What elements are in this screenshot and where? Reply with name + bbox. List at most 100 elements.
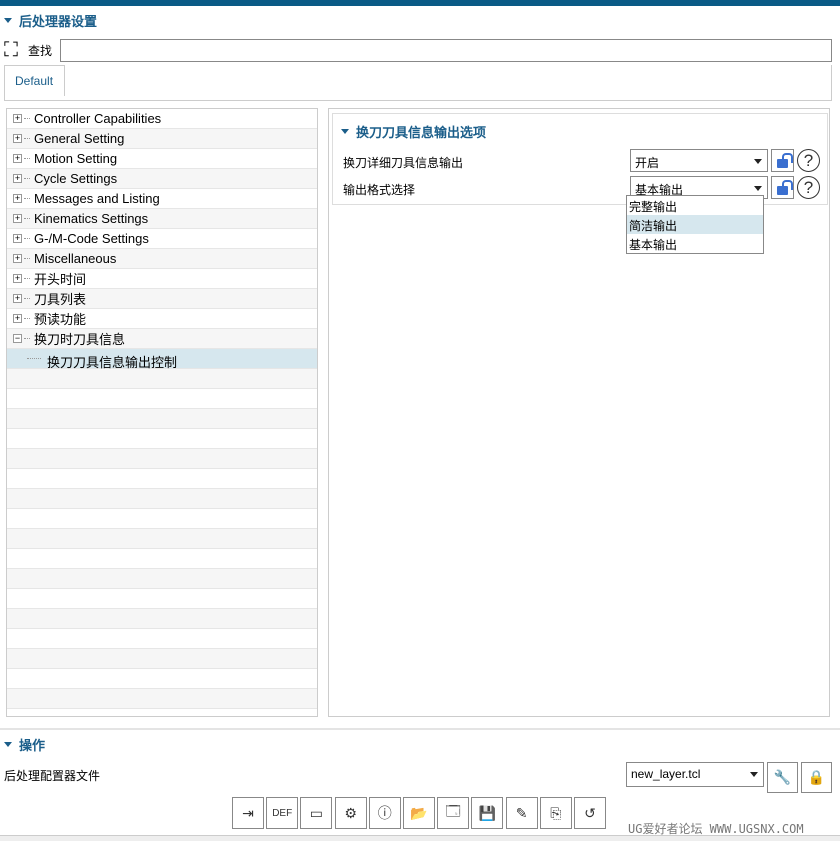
expand-icon[interactable]: + bbox=[13, 234, 22, 243]
tree-line bbox=[24, 338, 30, 339]
tree-line bbox=[24, 118, 30, 119]
expand-icon[interactable]: + bbox=[13, 134, 22, 143]
expand-icon[interactable]: + bbox=[13, 114, 22, 123]
option-concise[interactable]: 简洁输出 bbox=[627, 215, 763, 234]
info-button[interactable]: ⓘ bbox=[368, 797, 401, 829]
unlock-button[interactable] bbox=[771, 149, 794, 172]
tree-item[interactable]: + Kinematics Settings bbox=[7, 209, 317, 229]
layers-settings-button[interactable]: ⚙ bbox=[334, 797, 367, 829]
tab-default[interactable]: Default bbox=[4, 65, 65, 96]
empty-row bbox=[7, 569, 317, 589]
tree-line bbox=[24, 158, 30, 159]
tree-item-label: 换刀时刀具信息 bbox=[34, 332, 126, 347]
empty-row bbox=[7, 429, 317, 449]
expand-icon[interactable]: + bbox=[13, 314, 22, 323]
tree-item-label: 预读功能 bbox=[34, 312, 87, 327]
empty-row bbox=[7, 709, 317, 716]
empty-row bbox=[7, 649, 317, 669]
save-edit-icon: ✎ bbox=[515, 804, 528, 821]
tree-line bbox=[24, 318, 30, 319]
tree-item-label: 刀具列表 bbox=[34, 292, 87, 307]
tree-item[interactable]: + G-/M-Code Settings bbox=[7, 229, 317, 249]
empty-row bbox=[7, 409, 317, 429]
section-header-operations[interactable]: 操作 bbox=[0, 733, 45, 755]
tree-item[interactable]: + Messages and Listing bbox=[7, 189, 317, 209]
lock-icon: 🔒 bbox=[807, 769, 826, 785]
tree-line bbox=[24, 298, 30, 299]
unlock-button[interactable] bbox=[771, 176, 794, 199]
tree-item-label: Cycle Settings bbox=[34, 171, 118, 186]
open-button[interactable]: 📂 bbox=[403, 797, 435, 829]
tree-item[interactable]: + 开头时间 bbox=[7, 269, 317, 289]
tree-item-label: Controller Capabilities bbox=[34, 111, 162, 126]
lock-settings-button[interactable]: 🔒 bbox=[801, 762, 832, 793]
empty-row bbox=[7, 489, 317, 509]
wrench-button[interactable]: 🔧 bbox=[767, 762, 798, 793]
empty-row bbox=[7, 509, 317, 529]
expand-icon[interactable]: + bbox=[13, 214, 22, 223]
detail-output-label: 换刀详细刀具信息输出 bbox=[343, 156, 464, 170]
tree-item[interactable]: + 刀具列表 bbox=[7, 289, 317, 309]
search-bar: ⛶ 查找 bbox=[4, 39, 52, 62]
detail-output-select[interactable]: 开启 bbox=[630, 149, 768, 172]
settings-tree[interactable]: + Controller Capabilities + General Setting… bbox=[6, 108, 318, 717]
expand-icon[interactable]: + bbox=[13, 194, 22, 203]
template-button[interactable]: ▭ bbox=[300, 797, 333, 829]
empty-row bbox=[7, 609, 317, 629]
options-group: 换刀刀具信息输出选项 换刀详细刀具信息输出 开启 ? 输出格式选择 基本输出 ? bbox=[332, 113, 828, 205]
title-bar bbox=[0, 0, 840, 6]
empty-row bbox=[7, 469, 317, 489]
option-basic[interactable]: 基本输出 bbox=[627, 234, 763, 253]
help-button[interactable]: ? bbox=[797, 176, 820, 199]
def-file-button[interactable]: DEF bbox=[266, 797, 299, 829]
expand-icon[interactable]: + bbox=[13, 274, 22, 283]
expand-icon[interactable]: + bbox=[13, 294, 22, 303]
help-button[interactable]: ? bbox=[797, 149, 820, 172]
tree-item[interactable]: + 预读功能 bbox=[7, 309, 317, 329]
tree-line bbox=[24, 198, 30, 199]
tree-item-label: G-/M-Code Settings bbox=[34, 231, 149, 246]
status-bar bbox=[0, 835, 840, 841]
expand-icon[interactable]: + bbox=[13, 174, 22, 183]
empty-row bbox=[7, 529, 317, 549]
wrench-icon: 🔧 bbox=[773, 769, 792, 785]
tab-strip bbox=[4, 65, 832, 101]
tree-line bbox=[24, 258, 30, 259]
tree-item[interactable]: + Cycle Settings bbox=[7, 169, 317, 189]
save-button[interactable]: 💾 bbox=[471, 797, 504, 829]
tree-item[interactable]: + General Setting bbox=[7, 129, 317, 149]
tree-item[interactable]: + Motion Setting bbox=[7, 149, 317, 169]
section-header-postprocessor[interactable]: 后处理器设置 bbox=[0, 9, 97, 31]
tree-item[interactable]: + Miscellaneous bbox=[7, 249, 317, 269]
search-input[interactable] bbox=[60, 39, 832, 62]
tree-line bbox=[24, 238, 30, 239]
expand-icon[interactable]: + bbox=[13, 254, 22, 263]
tree-item[interactable]: − 换刀时刀具信息 bbox=[7, 329, 317, 349]
save-edit-button[interactable]: ✎ bbox=[505, 797, 538, 829]
save-as-window-button[interactable]: 🗔 bbox=[437, 797, 470, 829]
exit-button[interactable]: ⇥ bbox=[232, 797, 264, 829]
template-icon: ▭ bbox=[309, 804, 323, 821]
empty-row bbox=[7, 669, 317, 689]
copy-files-button[interactable]: ⎘ bbox=[539, 797, 572, 829]
info-icon: ⓘ bbox=[377, 805, 392, 821]
divider bbox=[0, 728, 840, 730]
empty-row bbox=[7, 369, 317, 389]
tree-item[interactable]: + Controller Capabilities bbox=[7, 109, 317, 129]
undo-button[interactable]: ↺ bbox=[574, 797, 606, 829]
tree-item[interactable]: 换刀刀具信息输出控制 bbox=[7, 349, 317, 370]
option-full[interactable]: 完整输出 bbox=[627, 196, 763, 215]
empty-row bbox=[7, 549, 317, 569]
expand-icon[interactable]: − bbox=[13, 334, 22, 343]
file-select[interactable]: new_layer.tcl bbox=[626, 762, 764, 787]
chevron-down-icon bbox=[750, 772, 758, 777]
expand-icon[interactable]: + bbox=[13, 154, 22, 163]
group-header[interactable]: 换刀刀具信息输出选项 bbox=[337, 122, 486, 141]
format-dropdown-list: 完整输出 简洁输出 基本输出 bbox=[626, 195, 764, 254]
def-file-icon: DEF bbox=[272, 807, 293, 819]
tree-item-label: Motion Setting bbox=[34, 151, 118, 166]
tree-line bbox=[24, 138, 30, 139]
chevron-down-icon bbox=[754, 159, 762, 164]
exit-icon: ⇥ bbox=[242, 804, 254, 821]
collapse-icon bbox=[4, 17, 12, 23]
